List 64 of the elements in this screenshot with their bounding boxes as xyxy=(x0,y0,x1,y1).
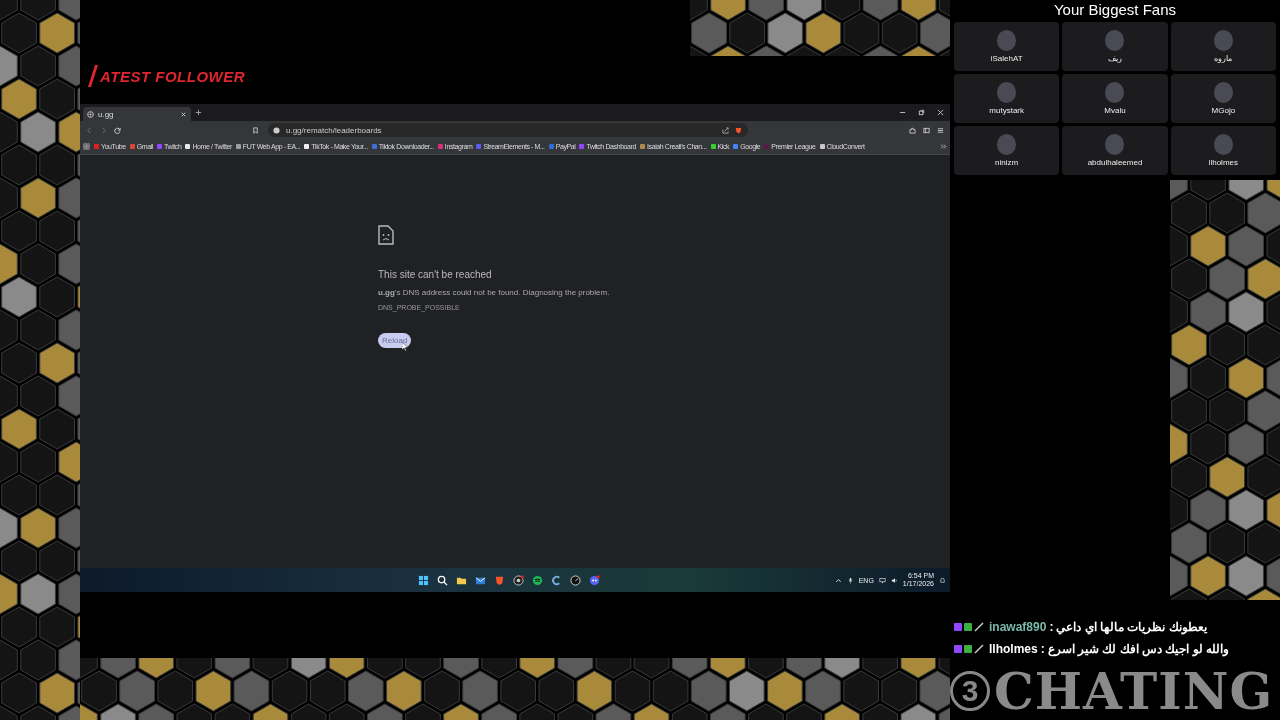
microphone-icon[interactable] xyxy=(846,576,854,584)
error-message: u.gg's DNS address could not be found. Diagnosing the problem. xyxy=(378,288,610,297)
avatar-placeholder xyxy=(997,82,1017,103)
chat-badges-icon xyxy=(954,644,986,654)
caret-icon[interactable] xyxy=(834,576,842,584)
browser-tab[interactable]: u.gg xyxy=(83,107,191,121)
chat-separator: : xyxy=(1040,642,1045,656)
error-title: This site can't be reached xyxy=(378,269,492,280)
avatar-placeholder xyxy=(997,134,1017,155)
fan-name: Mvalu xyxy=(1104,106,1126,115)
minimize-icon[interactable] xyxy=(899,109,906,116)
sad-document-icon xyxy=(378,225,394,245)
gauge-icon[interactable] xyxy=(570,574,581,586)
fans-title: Your Biggest Fans xyxy=(1053,0,1177,20)
avatar-placeholder xyxy=(1213,30,1233,51)
reload-icon[interactable] xyxy=(114,126,121,134)
avatar-placeholder xyxy=(997,30,1017,51)
chevron-icon[interactable] xyxy=(940,143,947,150)
plus-icon[interactable] xyxy=(195,109,202,116)
avatar-placeholder xyxy=(1105,30,1125,51)
slash-icon xyxy=(88,65,98,87)
spotify-icon[interactable] xyxy=(532,574,543,586)
fan-name: abdulhaleemed xyxy=(1087,158,1143,167)
fan-name: MGojo xyxy=(1211,106,1236,115)
avatar-placeholder xyxy=(1105,82,1125,103)
chat-message: والله لو اجيك دس افك لك شير اسرع xyxy=(1047,642,1230,656)
c-logo-icon[interactable] xyxy=(551,574,562,586)
windows-icon[interactable] xyxy=(418,574,429,586)
restore-icon[interactable] xyxy=(918,109,925,116)
logo-text: CHATING xyxy=(994,661,1274,720)
lion-shield-icon[interactable] xyxy=(735,126,742,134)
info-icon xyxy=(273,126,280,134)
volume-icon[interactable] xyxy=(890,576,898,584)
fan-name: iSalehAT xyxy=(990,54,1023,63)
chat-username: inawaf890 xyxy=(989,620,1047,634)
share-icon[interactable] xyxy=(722,126,729,134)
search-icon[interactable] xyxy=(437,574,448,586)
fan-name: llholmes xyxy=(1208,158,1238,167)
apps-grid-icon[interactable] xyxy=(83,143,90,150)
fan-name: ماروه xyxy=(1214,54,1233,63)
fan-name: ريف xyxy=(1108,54,1122,63)
avatar-placeholder xyxy=(1105,134,1125,155)
bookmark-icon[interactable] xyxy=(252,126,259,134)
close-icon[interactable] xyxy=(180,110,187,118)
camera-icon[interactable] xyxy=(513,574,524,586)
avatar-placeholder xyxy=(1213,82,1233,103)
latest-follower-label: ATEST FOLLOWER xyxy=(100,67,246,85)
discord-icon[interactable] xyxy=(589,574,600,586)
chat-separator: : xyxy=(1049,620,1054,634)
chat-badges-icon xyxy=(954,622,986,632)
mail-icon[interactable] xyxy=(475,574,486,586)
network-icon[interactable] xyxy=(878,576,886,584)
avatar-placeholder xyxy=(1213,134,1233,155)
sidebar-icon[interactable] xyxy=(923,126,930,134)
chat-username: llholmes xyxy=(989,642,1038,656)
chat-message: يعطونك نظريات مالها اي داعي xyxy=(1056,620,1207,634)
lion-shield-icon[interactable] xyxy=(494,574,505,586)
menu-icon[interactable] xyxy=(937,126,944,134)
close-icon[interactable] xyxy=(937,109,944,116)
logo-badge: 3 xyxy=(950,671,990,711)
fan-name: ninizm xyxy=(995,158,1019,167)
globe-icon xyxy=(87,110,94,118)
pointer-cursor-icon xyxy=(402,342,409,351)
fan-name: mutystark xyxy=(989,106,1024,115)
